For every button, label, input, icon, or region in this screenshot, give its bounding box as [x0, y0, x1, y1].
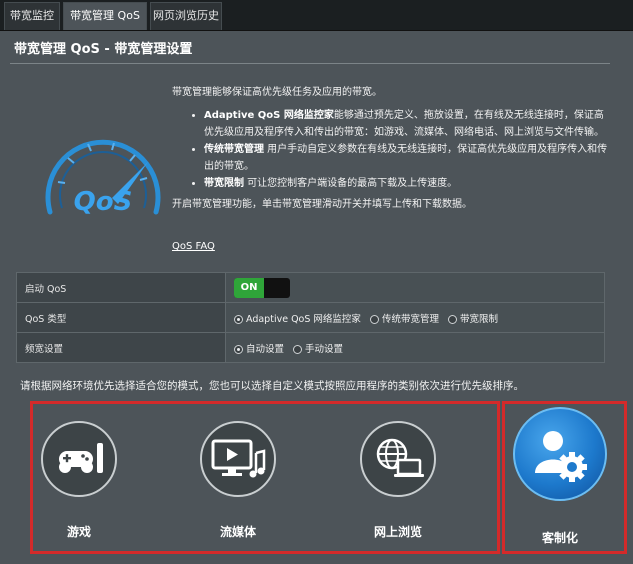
radio-traditional-qos-label: 传统带宽管理	[381, 313, 439, 325]
bandwidth-setting-label: 频宽设置	[16, 332, 226, 363]
mode-game[interactable]: 游戏	[38, 421, 120, 540]
qos-type-label: QoS 类型	[16, 302, 226, 333]
mode-web-label: 网上浏览	[373, 525, 422, 539]
row-qos-type: QoS 类型 Adaptive QoS 网络监控家 传统带宽管理 带宽限制	[16, 302, 605, 333]
radio-bandwidth-limiter[interactable]	[447, 314, 457, 324]
mode-media-label: 流媒体	[219, 525, 256, 539]
tab-qos[interactable]: 带宽管理 QoS	[63, 2, 147, 30]
qos-description: 带宽管理能够保证高优先级任务及应用的带宽。 Adaptive QoS 网络监控家…	[172, 84, 612, 213]
bullet-traditional-qos: 传统带宽管理 用户手动自定义参数在有线及无线连接时，保证高优先级应用及程序传入和…	[204, 141, 612, 175]
mode-custom-label: 客制化	[541, 531, 578, 545]
radio-auto-setting[interactable]	[234, 344, 243, 354]
bullet-adaptive-qos: Adaptive QoS 网络监控家能够通过预先定义、拖放设置，在有线及无线连接…	[204, 107, 612, 141]
radio-manual-setting-label: 手动设置	[305, 343, 344, 355]
mode-game-label: 游戏	[66, 525, 91, 539]
row-bandwidth-setting: 频宽设置 自动设置 手动设置	[16, 332, 605, 363]
radio-adaptive-qos-label: Adaptive QoS 网络监控家	[246, 313, 361, 325]
media-player-icon	[200, 421, 276, 497]
bullet-bandwidth-limiter: 带宽限制 可让您控制客户端设备的最高下载及上传速度。	[204, 175, 612, 192]
intro-text: 带宽管理能够保证高优先级任务及应用的带宽。	[172, 87, 382, 98]
row-enable-qos: 启动 QoS ON	[16, 272, 605, 303]
qos-faq-link[interactable]: QoS FAQ	[172, 241, 215, 252]
gamepad-icon	[41, 421, 117, 497]
enable-qos-toggle[interactable]: ON	[234, 277, 290, 298]
radio-auto-setting-label: 自动设置	[246, 343, 285, 355]
radio-adaptive-qos[interactable]	[234, 314, 243, 324]
mode-custom[interactable]: 客制化	[510, 407, 610, 546]
title-divider	[10, 63, 610, 64]
qos-gauge-icon: QoS	[28, 120, 178, 230]
mode-web-browsing[interactable]: 网上浏览	[357, 421, 439, 540]
page-title: 带宽管理 QoS - 带宽管理设置	[14, 42, 193, 57]
custom-user-gear-icon	[513, 407, 607, 501]
radio-bandwidth-limiter-label: 带宽限制	[459, 313, 498, 325]
mode-media-streaming[interactable]: 流媒体	[197, 421, 279, 540]
web-browsing-icon	[360, 421, 436, 497]
radio-manual-setting[interactable]	[293, 344, 303, 354]
enable-qos-label: 启动 QoS	[16, 272, 226, 303]
tab-bandwidth-monitor[interactable]: 带宽监控	[4, 2, 60, 30]
qos-settings-table: 启动 QoS ON QoS 类型 Adaptive QoS 网络监控家 传统带宽…	[16, 272, 605, 363]
radio-traditional-qos[interactable]	[369, 314, 379, 324]
mode-hint: 请根据网络环境优先选择适合您的模式，您也可以选择自定义模式按照应用程序的类别依次…	[20, 380, 524, 392]
enable-hint: 开启带宽管理功能，单击带宽管理滑动开关并填写上传和下载数据。	[172, 199, 472, 210]
gauge-qos-text: QoS	[74, 187, 133, 217]
tab-web-history[interactable]: 网页浏览历史	[150, 2, 222, 30]
tab-bar: 带宽监控 带宽管理 QoS 网页浏览历史	[0, 0, 633, 31]
